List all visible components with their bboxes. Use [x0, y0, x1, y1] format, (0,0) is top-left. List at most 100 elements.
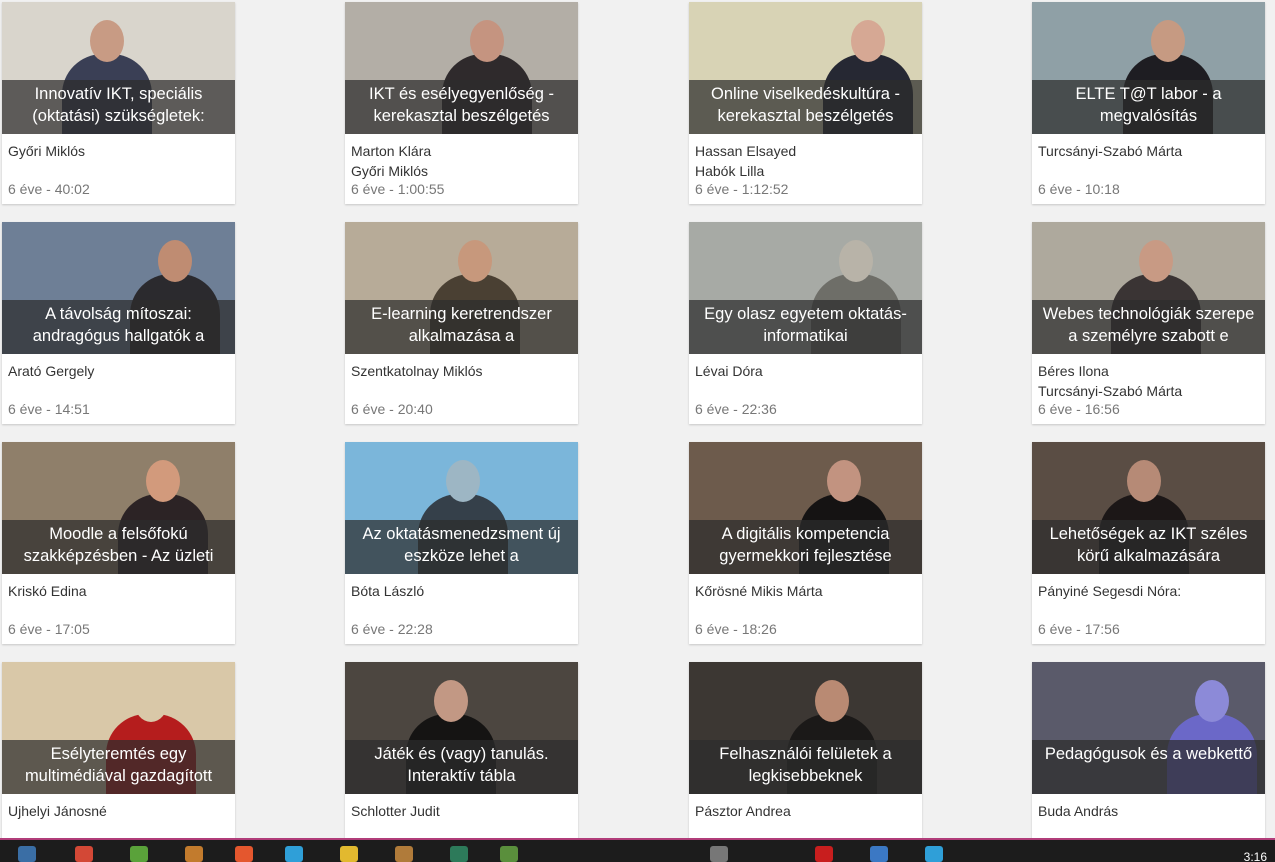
video-title[interactable]: E-learning keretrendszer alkalmazása a [345, 300, 578, 354]
video-author[interactable]: Bóta László [351, 581, 572, 601]
taskbar-app-icon[interactable] [450, 846, 468, 862]
video-meta: Schlotter Judit [345, 794, 578, 838]
video-author[interactable]: Kriskó Edina [8, 581, 229, 601]
video-author[interactable]: Pásztor Andrea [695, 801, 916, 821]
video-title[interactable]: Moodle a felsőfokú szakképzésben - Az üzl… [2, 520, 235, 574]
video-grid: Innovatív IKT, speciális (oktatási) szüks… [0, 0, 1275, 838]
taskbar-app-icon[interactable] [18, 846, 36, 862]
taskbar-app-icon[interactable] [185, 846, 203, 862]
video-title[interactable]: Webes technológiák szerepe a személyre sz… [1032, 300, 1265, 354]
video-meta: Arató Gergely [2, 354, 235, 401]
taskbar-clock[interactable]: 3:16 [1244, 850, 1267, 862]
video-title-line: andragógus hallgatók a [32, 327, 205, 345]
video-card[interactable]: Lehetőségek az IKT széles körű alkalmazás… [1032, 442, 1265, 644]
video-thumbnail[interactable]: Webes technológiák szerepe a személyre sz… [1032, 222, 1265, 354]
video-thumbnail[interactable]: Játék és (vagy) tanulás. Interaktív tábla [345, 662, 578, 794]
taskbar-app-icon[interactable] [870, 846, 888, 862]
taskbar-app-icon[interactable] [500, 846, 518, 862]
video-card[interactable]: IKT és esélyegyenlőség - kerekasztal besz… [345, 2, 578, 204]
video-author[interactable]: Lévai Dóra [695, 361, 916, 381]
video-author[interactable]: Habók Lilla [695, 161, 916, 181]
video-age-duration: 6 éve - 22:36 [695, 401, 777, 417]
video-title[interactable]: Felhasználói felületek a legkisebbeknek [689, 740, 922, 794]
video-author[interactable]: Szentkatolnay Miklós [351, 361, 572, 381]
video-card[interactable]: Pedagógusok és a webkettő Buda András [1032, 662, 1265, 838]
video-thumbnail[interactable]: Felhasználói felületek a legkisebbeknek [689, 662, 922, 794]
video-card[interactable]: Online viselkedéskultúra - kerekasztal be… [689, 2, 922, 204]
video-title-line: informatikai [763, 327, 848, 345]
video-thumbnail[interactable]: Innovatív IKT, speciális (oktatási) szüks… [2, 2, 235, 134]
video-age-duration: 6 éve - 14:51 [8, 401, 90, 417]
video-thumbnail[interactable]: ELTE T@T labor - a megvalósítás [1032, 2, 1265, 134]
video-author[interactable]: Győri Miklós [351, 161, 572, 181]
video-thumbnail[interactable]: Lehetőségek az IKT széles körű alkalmazás… [1032, 442, 1265, 574]
video-author[interactable]: Kőrösné Mikis Márta [695, 581, 916, 601]
video-thumbnail[interactable]: Egy olasz egyetem oktatás-informatikai [689, 222, 922, 354]
video-title-line: szakképzésben - Az üzleti [23, 547, 214, 565]
video-title[interactable]: Online viselkedéskultúra - kerekasztal be… [689, 80, 922, 134]
video-thumbnail[interactable]: Moodle a felsőfokú szakképzésben - Az üzl… [2, 442, 235, 574]
video-card[interactable]: Webes technológiák szerepe a személyre sz… [1032, 222, 1265, 424]
video-title[interactable]: Innovatív IKT, speciális (oktatási) szüks… [2, 80, 235, 134]
video-title[interactable]: Esélyteremtés egy multimédiával gazdagíto… [2, 740, 235, 794]
video-thumbnail[interactable]: Pedagógusok és a webkettő [1032, 662, 1265, 794]
video-title[interactable]: ELTE T@T labor - a megvalósítás [1032, 80, 1265, 134]
taskbar-app-icon[interactable] [75, 846, 93, 862]
video-card[interactable]: A távolság mítoszai: andragógus hallgatók… [2, 222, 235, 424]
video-title-line: Lehetőségek az IKT széles [1049, 525, 1248, 543]
video-card[interactable]: Moodle a felsőfokú szakképzésben - Az üzl… [2, 442, 235, 644]
video-title[interactable]: Lehetőségek az IKT széles körű alkalmazás… [1032, 520, 1265, 574]
video-card[interactable]: Esélyteremtés egy multimédiával gazdagíto… [2, 662, 235, 838]
taskbar-app-icon[interactable] [395, 846, 413, 862]
video-author[interactable]: Marton Klára [351, 141, 572, 161]
video-thumbnail[interactable]: Online viselkedéskultúra - kerekasztal be… [689, 2, 922, 134]
video-card[interactable]: ELTE T@T labor - a megvalósítás Turcsányi-… [1032, 2, 1265, 204]
video-age-duration: 6 éve - 10:18 [1038, 181, 1120, 197]
video-meta: Pásztor Andrea [689, 794, 922, 838]
taskbar-app-icon[interactable] [130, 846, 148, 862]
video-thumbnail[interactable]: A távolság mítoszai: andragógus hallgatók… [2, 222, 235, 354]
video-title[interactable]: A digitális kompetencia gyermekkori fejle… [689, 520, 922, 574]
taskbar-app-icon[interactable] [235, 846, 253, 862]
video-title-line: ELTE T@T labor - a [1075, 85, 1222, 103]
thumbnail-person-head [90, 20, 124, 62]
video-card[interactable]: Felhasználói felületek a legkisebbeknek Pá… [689, 662, 922, 838]
video-card[interactable]: Egy olasz egyetem oktatás-informatikai Lé… [689, 222, 922, 424]
video-author[interactable]: Győri Miklós [8, 141, 229, 161]
video-author[interactable]: Turcsányi-Szabó Márta [1038, 381, 1259, 401]
video-thumbnail[interactable]: IKT és esélyegyenlőség - kerekasztal besz… [345, 2, 578, 134]
video-title[interactable]: Egy olasz egyetem oktatás-informatikai [689, 300, 922, 354]
video-age-duration: 6 éve - 17:05 [8, 621, 90, 637]
video-title[interactable]: Pedagógusok és a webkettő [1032, 740, 1265, 794]
video-title[interactable]: IKT és esélyegyenlőség - kerekasztal besz… [345, 80, 578, 134]
taskbar-app-icon[interactable] [815, 846, 833, 862]
video-author[interactable]: Hassan Elsayed [695, 141, 916, 161]
video-age-duration: 6 éve - 18:26 [695, 621, 777, 637]
video-author[interactable]: Ujhelyi Jánosné [8, 801, 229, 821]
video-author[interactable]: Pányiné Segesdi Nóra: [1038, 581, 1259, 601]
taskbar-app-icon[interactable] [710, 846, 728, 862]
video-card[interactable]: Az oktatásmenedzsment új eszköze lehet a B… [345, 442, 578, 644]
video-card[interactable]: Innovatív IKT, speciális (oktatási) szüks… [2, 2, 235, 204]
video-card[interactable]: A digitális kompetencia gyermekkori fejle… [689, 442, 922, 644]
video-author[interactable]: Turcsányi-Szabó Márta [1038, 141, 1259, 161]
video-author[interactable]: Buda András [1038, 801, 1259, 821]
video-title[interactable]: Játék és (vagy) tanulás. Interaktív tábla [345, 740, 578, 794]
video-meta: Marton Klára Győri Miklós [345, 134, 578, 181]
video-title[interactable]: A távolság mítoszai: andragógus hallgatók… [2, 300, 235, 354]
thumbnail-person-head [146, 460, 180, 502]
video-author[interactable]: Arató Gergely [8, 361, 229, 381]
taskbar-app-icon[interactable] [285, 846, 303, 862]
taskbar-app-icon[interactable] [340, 846, 358, 862]
video-title[interactable]: Az oktatásmenedzsment új eszköze lehet a [345, 520, 578, 574]
video-thumbnail[interactable]: A digitális kompetencia gyermekkori fejle… [689, 442, 922, 574]
video-thumbnail[interactable]: E-learning keretrendszer alkalmazása a [345, 222, 578, 354]
thumbnail-person-head [470, 20, 504, 62]
video-author[interactable]: Schlotter Judit [351, 801, 572, 821]
video-card[interactable]: Játék és (vagy) tanulás. Interaktív tábla… [345, 662, 578, 838]
video-card[interactable]: E-learning keretrendszer alkalmazása a Sze… [345, 222, 578, 424]
video-thumbnail[interactable]: Esélyteremtés egy multimédiával gazdagíto… [2, 662, 235, 794]
video-thumbnail[interactable]: Az oktatásmenedzsment új eszköze lehet a [345, 442, 578, 574]
taskbar-app-icon[interactable] [925, 846, 943, 862]
video-author[interactable]: Béres Ilona [1038, 361, 1259, 381]
